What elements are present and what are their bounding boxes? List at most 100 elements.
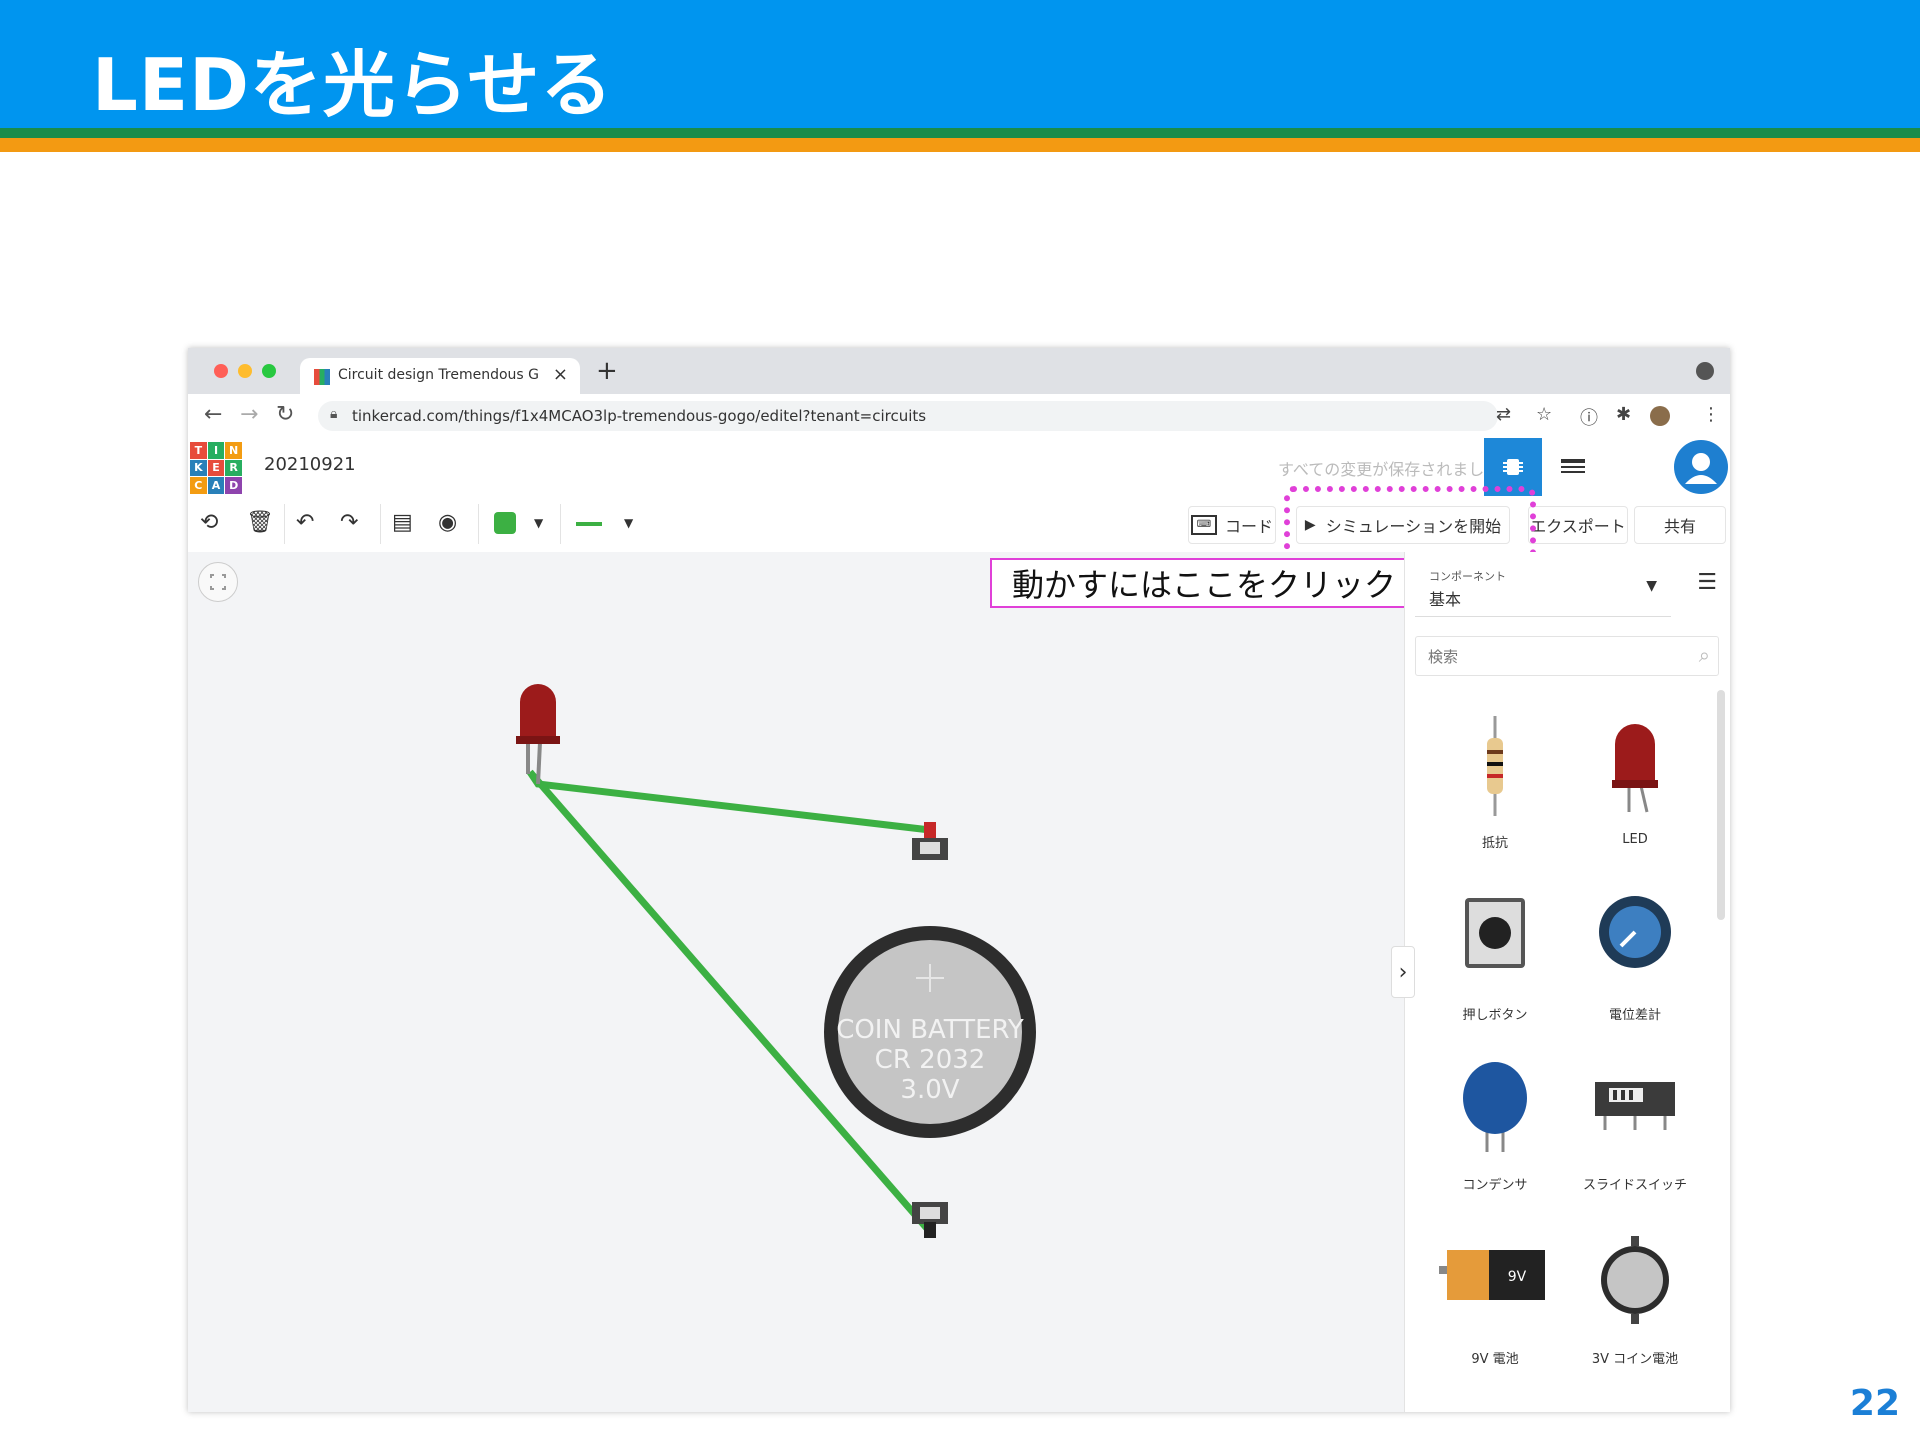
part-label: 抵抗 [1481,836,1508,851]
part-label: スライドスイッチ [1582,1178,1687,1193]
url-text: tinkercad.com/things/f1x4MCAO3lp-tremend… [352,407,927,425]
part-label: 9V 電池 [1471,1352,1519,1367]
capacitor-icon [1463,1062,1527,1152]
toolbar-divider [380,504,381,544]
undo-icon[interactable]: ↶ [296,510,314,535]
led-icon [1612,724,1658,813]
panel-scrollbar[interactable] [1717,690,1725,920]
part-9v-battery[interactable]: 9V 9V 電池 [1425,1232,1565,1382]
part-label: 押しボタン [1462,1008,1528,1023]
export-button[interactable]: エクスポート [1528,506,1628,544]
tinkercad-favicon-icon [314,369,330,385]
wire-style-icon[interactable] [576,522,602,526]
slide-page-number: 22 [1849,1383,1900,1424]
wire-color-swatch[interactable] [494,512,516,534]
battery-label-line3: 3.0V [900,1075,959,1105]
bookmark-star-icon[interactable]: ☆ [1536,404,1552,425]
browser-menu-icon[interactable]: ⋮ [1702,404,1720,425]
save-status: すべての変更が保存されました [1278,460,1501,479]
part-led[interactable]: LED [1565,716,1705,866]
logo-letter: C [190,477,207,494]
translate-icon[interactable]: ⇄ [1496,404,1511,425]
logo-letter: T [190,442,207,459]
part-label: LED [1622,832,1648,847]
delete-icon[interactable]: 🗑︎ [246,510,274,535]
reload-icon[interactable]: ↻ [276,402,294,427]
notes-icon[interactable]: ▤ [392,510,413,535]
coin-battery-component[interactable]: COIN BATTERY CR 2032 3.0V [824,822,1036,1238]
browser-window: Circuit design Tremendous Go × + ← → ↻ 🔒… [188,348,1730,1412]
code-button-label: コード [1224,517,1273,536]
resistor-icon [1487,716,1503,816]
logo-letter: D [225,477,242,494]
part-coin-battery[interactable]: 3V コイン電池 [1565,1232,1705,1382]
user-avatar[interactable] [1674,440,1728,494]
circuit-canvas[interactable]: 動かすにはここをクリック COIN BATTERY CR 2032 3.0V [188,552,1418,1412]
redo-icon[interactable]: ↷ [340,510,358,535]
tab-close-icon[interactable]: × [553,364,568,385]
close-window-dot[interactable] [214,364,228,378]
chevron-down-icon[interactable]: ▼ [624,516,633,530]
components-panel: › コンポーネント 基本 ▼ ☰ 検索 ⌕ 抵抗 LED 押しボタン 電位差計 … [1391,552,1730,1412]
browser-tab[interactable]: Circuit design Tremendous Go × [300,358,580,394]
circuit-drawing: COIN BATTERY CR 2032 3.0V [516,684,1036,1238]
forward-arrow-icon[interactable]: → [240,402,258,427]
tinkercad-logo[interactable]: T I N K E R C A D [190,442,242,494]
back-arrow-icon[interactable]: ← [204,402,222,427]
part-resistor[interactable]: 抵抗 [1425,716,1565,866]
component-caption: コンポーネント [1429,570,1506,583]
logo-letter: I [207,442,225,459]
part-potentiometer[interactable]: 電位差計 [1565,888,1705,1038]
battery-9v-icon: 9V [1439,1250,1545,1300]
code-button[interactable]: ⌨︎ コード [1188,506,1276,544]
rotate-icon[interactable]: ⟲ [200,510,218,535]
new-tab-button[interactable]: + [596,356,618,386]
user-avatar-icon[interactable] [1650,406,1670,426]
url-field[interactable]: 🔒︎ tinkercad.com/things/f1x4MCAO3lp-trem… [318,401,1498,431]
logo-letter: A [207,477,225,494]
design-name[interactable]: 20210921 [264,454,356,475]
logo-letter: E [207,459,225,477]
chevron-down-icon: ▼ [1646,578,1657,594]
address-bar: ← → ↻ 🔒︎ tinkercad.com/things/f1x4MCAO3l… [188,394,1730,439]
code-block-icon: ⌨︎ [1190,515,1217,535]
browser-profile-icon[interactable] [1696,362,1714,380]
slide-title: LEDを光らせる [92,43,614,127]
tab-bar: Circuit design Tremendous Go × + [188,348,1730,394]
minimize-window-dot[interactable] [238,364,252,378]
slide-header: LEDを光らせる [0,0,1920,128]
logo-letter: K [190,459,207,477]
collapse-panel-chevron-icon[interactable]: › [1391,946,1415,998]
share-button-label: 共有 [1663,517,1696,536]
component-category-select[interactable]: コンポーネント 基本 ▼ [1415,560,1671,617]
list-view-toggle-icon[interactable]: ☰ [1697,570,1717,595]
tab-title: Circuit design Tremendous Go [338,367,538,383]
maximize-window-dot[interactable] [262,364,276,378]
chip-icon [1503,459,1523,475]
led-component[interactable] [516,684,560,785]
slide-switch-icon [1595,1082,1675,1130]
search-icon: ⌕ [1698,643,1710,667]
part-label: 3V コイン電池 [1591,1352,1679,1367]
part-pushbutton[interactable]: 押しボタン [1425,888,1565,1038]
visibility-eye-icon[interactable]: ◉ [438,510,457,535]
potentiometer-icon [1599,896,1671,968]
chevron-down-icon[interactable]: ▼ [534,516,543,530]
part-capacitor[interactable]: コンデンサ [1425,1058,1565,1208]
toolbar-divider [284,504,285,544]
search-placeholder: 検索 [1428,648,1459,666]
component-search-input[interactable]: 検索 ⌕ [1415,636,1719,676]
schematic-view-button[interactable] [1544,438,1602,496]
part-label: コンデンサ [1462,1178,1528,1193]
component-value: 基本 [1429,590,1462,609]
extension-info-icon[interactable]: ⓘ [1580,404,1598,430]
share-button[interactable]: 共有 [1634,506,1726,544]
header-stripe-orange [0,138,1920,152]
battery-label-line1: COIN BATTERY [836,1015,1024,1045]
logo-letter: N [225,442,242,459]
toolbar-divider [560,504,561,544]
logo-letter: R [225,459,242,477]
part-slide-switch[interactable]: スライドスイッチ [1565,1058,1705,1208]
extensions-puzzle-icon[interactable]: ✱ [1616,404,1631,425]
list-view-icon [1561,459,1585,473]
